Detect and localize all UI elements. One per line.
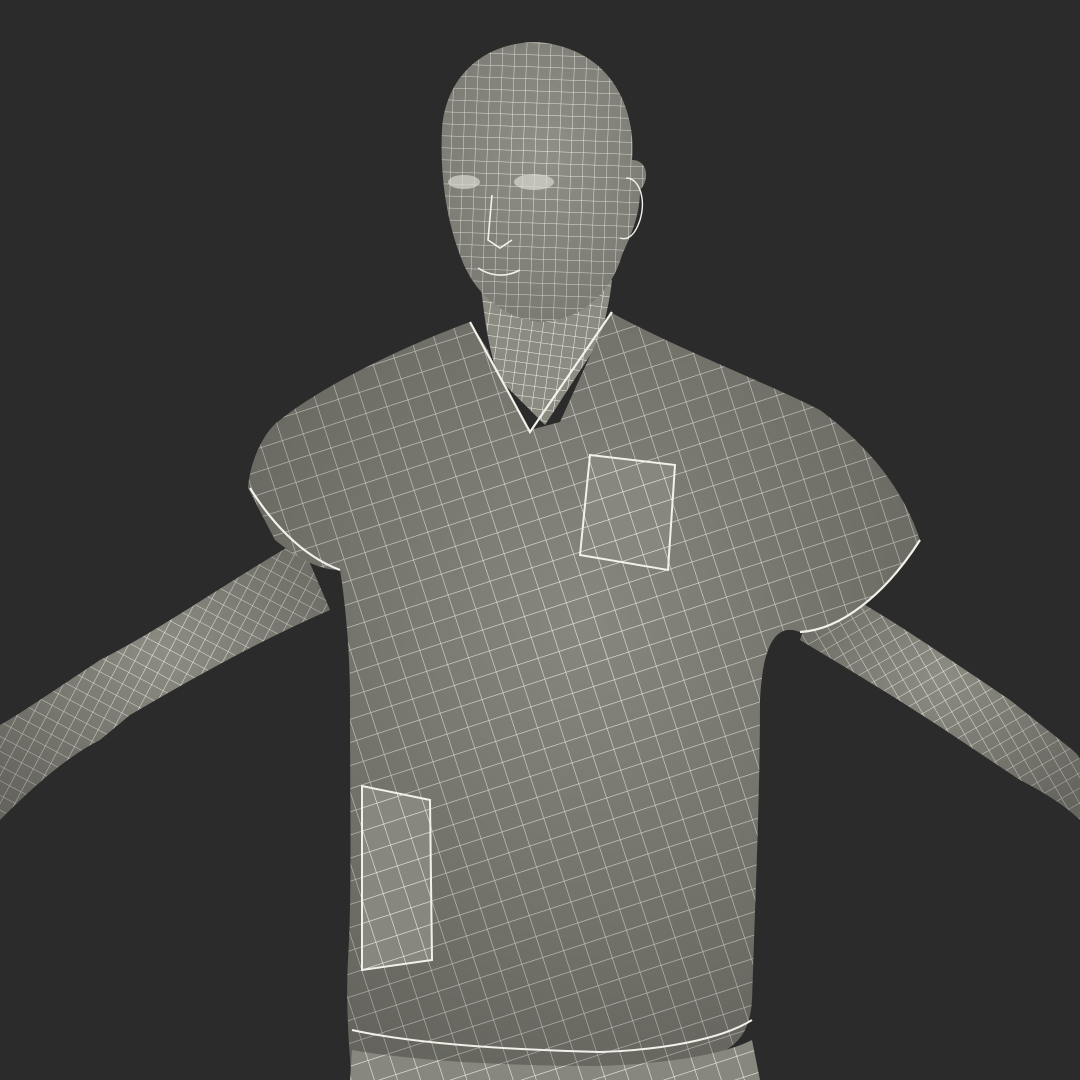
lower-pocket bbox=[361, 784, 434, 972]
left-eye bbox=[448, 175, 480, 189]
right-eye bbox=[514, 174, 554, 190]
model-viewport bbox=[0, 0, 1080, 1080]
wireframe-figure-render bbox=[0, 0, 1080, 1080]
chest-pocket bbox=[578, 453, 677, 572]
